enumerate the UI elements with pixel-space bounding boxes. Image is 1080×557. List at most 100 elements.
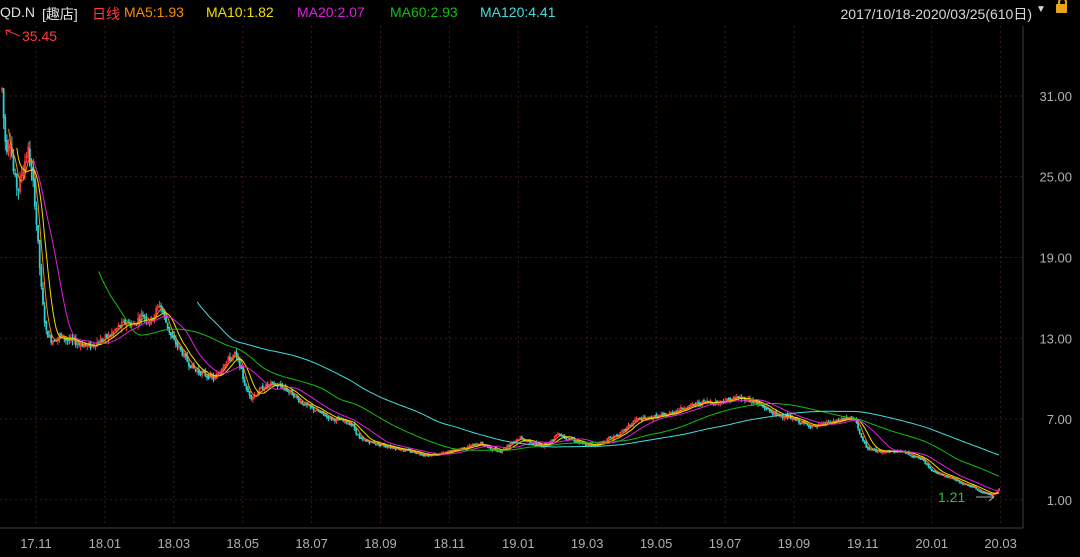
candle-body — [199, 371, 202, 376]
candle-body — [919, 457, 922, 460]
candle-body — [588, 444, 591, 447]
candle-body — [245, 386, 248, 389]
candle-body — [368, 441, 371, 444]
candle-body — [35, 207, 38, 225]
candle-body — [174, 339, 177, 345]
min-price-label: 1.21 — [938, 489, 965, 505]
candle-body — [909, 454, 912, 457]
candle-body — [15, 174, 18, 189]
max-price-label: 35.45 — [22, 28, 57, 44]
candle-body — [311, 406, 313, 408]
x-tick-label: 18.05 — [226, 536, 259, 551]
candle-body — [50, 334, 53, 343]
candle-body — [176, 342, 179, 347]
candle-body — [911, 455, 914, 458]
x-tick-label: 20.01 — [915, 536, 948, 551]
candle-body — [616, 434, 618, 437]
max-price-arrow — [5, 29, 21, 37]
candle-body — [37, 225, 39, 242]
candle-body — [142, 314, 144, 317]
candle-body — [807, 424, 810, 428]
candle-body — [358, 434, 361, 438]
candle-body — [842, 417, 845, 420]
candle-body — [4, 116, 7, 142]
candle-body — [6, 139, 8, 153]
candle-body — [473, 443, 476, 446]
candle-body — [342, 419, 345, 422]
candle-body — [584, 444, 587, 446]
candlestick-chart[interactable]: 31.00 25.00 19.00 13.00 7.00 1.00 17.11 18.01 18… — [0, 26, 1080, 557]
candle-body — [983, 491, 986, 494]
candle-body — [794, 419, 797, 421]
lock-icon[interactable] — [1056, 0, 1067, 13]
candle-body — [629, 424, 632, 427]
ma60-label: MA60:2.93 — [390, 4, 458, 20]
y-tick-label: 13.00 — [1039, 331, 1072, 346]
ma10-label: MA10:1.82 — [206, 4, 274, 20]
candle-body — [862, 437, 864, 442]
candle-body — [394, 448, 397, 450]
candle-body — [863, 440, 866, 444]
x-tick-label: 18.09 — [364, 536, 397, 551]
y-tick-label: 7.00 — [1047, 412, 1072, 427]
candle-body — [229, 356, 231, 361]
ma5-line — [8, 129, 1000, 495]
candle-body — [194, 368, 197, 371]
candle-body — [402, 450, 405, 452]
candle-body — [65, 339, 67, 341]
candle-body — [865, 442, 868, 448]
candle-body — [422, 454, 425, 457]
candle-body — [971, 486, 974, 488]
candle-body — [499, 451, 502, 453]
candle-body — [324, 414, 326, 417]
candle-body — [235, 351, 238, 357]
x-tick-label: 20.03 — [984, 536, 1017, 551]
y-tick-label: 31.00 — [1039, 89, 1072, 104]
candle-body — [766, 408, 769, 410]
candle-body — [206, 375, 208, 378]
candle-body — [962, 483, 964, 486]
x-tick-label: 18.07 — [295, 536, 328, 551]
candle-body — [806, 423, 809, 426]
candle-body — [319, 411, 322, 413]
candle-body — [53, 339, 56, 342]
candle-body — [361, 437, 364, 440]
candle-body — [662, 413, 664, 415]
candle-body — [302, 403, 305, 406]
candle-body — [912, 455, 915, 458]
ma120-line — [196, 301, 1000, 456]
candle-body — [934, 470, 937, 473]
ma120-label: MA120:4.41 — [480, 4, 556, 20]
candle-body — [968, 485, 971, 487]
candle-body — [488, 446, 490, 449]
candle-body — [507, 444, 510, 447]
candle-body — [929, 466, 932, 470]
candle-body — [980, 491, 982, 493]
x-tick-label: 19.01 — [502, 536, 535, 551]
candle-body — [45, 321, 48, 330]
candle-body — [188, 362, 190, 367]
candle-body — [935, 472, 938, 474]
candle-body — [160, 305, 162, 308]
candle-body — [532, 442, 535, 445]
candle-body — [327, 416, 330, 419]
x-tick-label: 19.11 — [847, 536, 879, 551]
x-tick-label: 19.03 — [571, 536, 604, 551]
candle-body — [926, 463, 928, 465]
candle-body — [963, 483, 966, 486]
candle-body — [271, 381, 274, 384]
candle-body — [286, 389, 289, 392]
period-label[interactable]: 日线 — [92, 4, 120, 24]
date-range-label[interactable]: 2017/10/18-2020/03/25(610日) — [841, 4, 1032, 24]
candle-body — [520, 436, 523, 439]
candle-body — [760, 404, 763, 406]
candle-body — [981, 491, 984, 494]
candle-body — [312, 407, 315, 411]
chevron-down-icon[interactable]: ▼ — [1034, 4, 1048, 20]
candle-body — [727, 398, 730, 401]
candle-body — [40, 267, 43, 287]
candle-body — [124, 319, 126, 325]
candle-body — [424, 454, 427, 457]
candle-body — [261, 385, 264, 390]
candle-body — [301, 401, 304, 405]
